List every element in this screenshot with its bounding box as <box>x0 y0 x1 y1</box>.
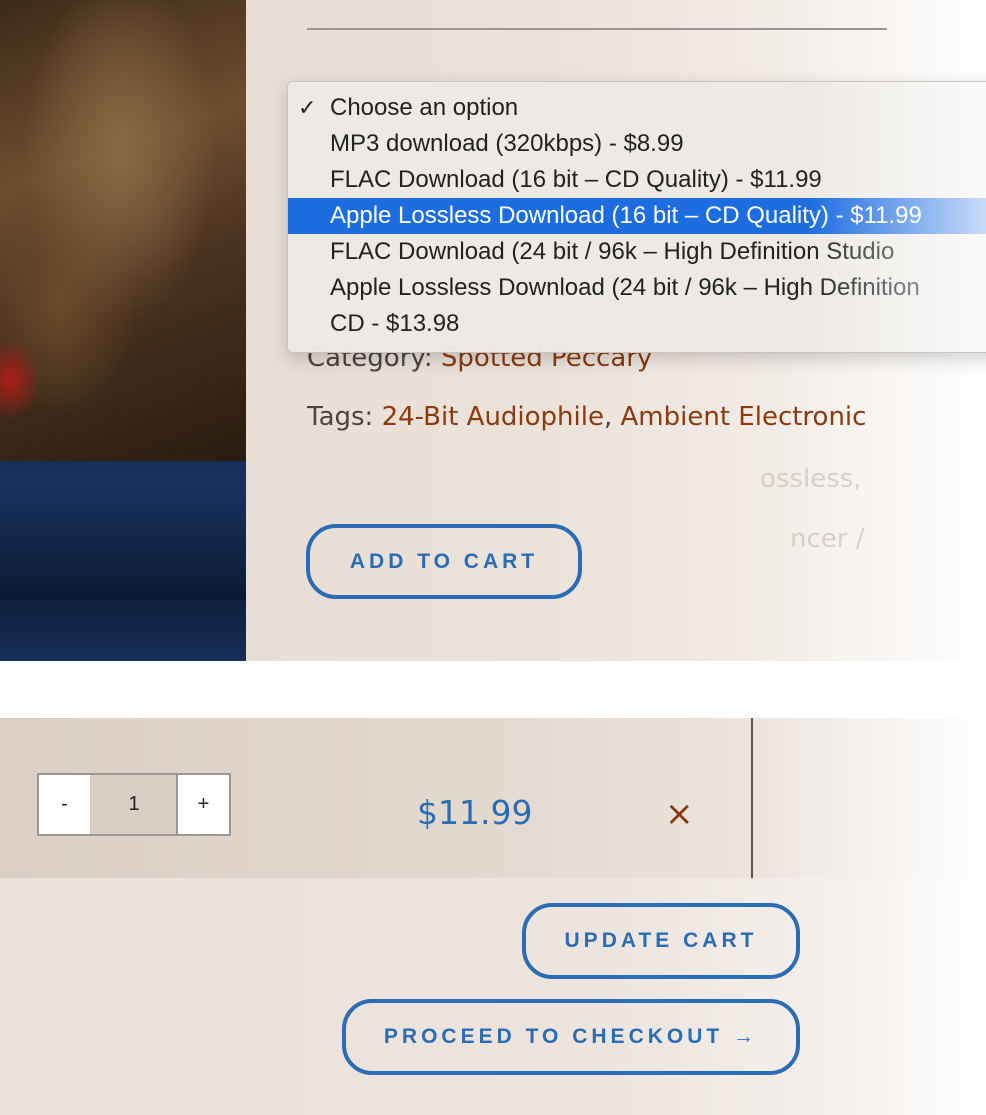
tag-separator: , <box>603 402 621 432</box>
obscured-tag-text: ossless, <box>760 464 862 494</box>
divider <box>307 28 887 30</box>
obscured-tag-text: ncer / <box>790 524 865 554</box>
variant-select-dropdown[interactable]: ✓ Choose an option MP3 download (320kbps… <box>287 81 986 353</box>
quantity-increase-button[interactable]: + <box>176 773 231 836</box>
product-tags: Tags: 24-Bit Audiophile, Ambient Electro… <box>307 402 866 432</box>
option-label: Apple Lossless Download (16 bit – CD Qua… <box>330 202 922 229</box>
dropdown-option[interactable]: FLAC Download (24 bit / 96k – High Defin… <box>288 234 986 270</box>
option-label: CD - $13.98 <box>330 310 460 337</box>
tag-link[interactable]: 24-Bit Audiophile <box>382 402 604 432</box>
add-to-cart-button[interactable]: ADD TO CART <box>306 524 582 599</box>
dropdown-option[interactable]: MP3 download (320kbps) - $8.99 <box>288 126 986 162</box>
album-thumbnail-image[interactable] <box>0 461 246 661</box>
option-label: FLAC Download (16 bit – CD Quality) - $1… <box>330 166 822 193</box>
option-label: FLAC Download (24 bit / 96k – High Defin… <box>330 238 895 265</box>
option-label: Apple Lossless Download (24 bit / 96k – … <box>330 274 920 301</box>
cart-actions-panel <box>0 878 986 1115</box>
dropdown-option[interactable]: ✓ Choose an option <box>288 90 986 126</box>
proceed-to-checkout-button[interactable]: PROCEED TO CHECKOUT → <box>342 999 800 1075</box>
dropdown-option-highlighted[interactable]: Apple Lossless Download (16 bit – CD Qua… <box>288 198 986 234</box>
dropdown-option[interactable]: CD - $13.98 <box>288 306 986 342</box>
dropdown-option[interactable]: FLAC Download (16 bit – CD Quality) - $1… <box>288 162 986 198</box>
dropdown-option[interactable]: Apple Lossless Download (24 bit / 96k – … <box>288 270 986 306</box>
line-item-price: $11.99 <box>417 793 533 832</box>
update-cart-button[interactable]: UPDATE CART <box>522 903 800 979</box>
checkmark-icon: ✓ <box>298 95 317 120</box>
album-artwork-image <box>0 0 246 461</box>
option-label: MP3 download (320kbps) - $8.99 <box>330 130 684 157</box>
option-label: Choose an option <box>330 94 519 121</box>
tag-link[interactable]: Ambient Electronic <box>621 402 867 432</box>
column-divider <box>751 718 753 878</box>
quantity-input[interactable]: 1 <box>90 773 178 836</box>
remove-item-icon[interactable]: × <box>665 794 694 834</box>
quantity-decrease-button[interactable]: - <box>37 773 92 836</box>
tags-label: Tags: <box>307 402 374 432</box>
